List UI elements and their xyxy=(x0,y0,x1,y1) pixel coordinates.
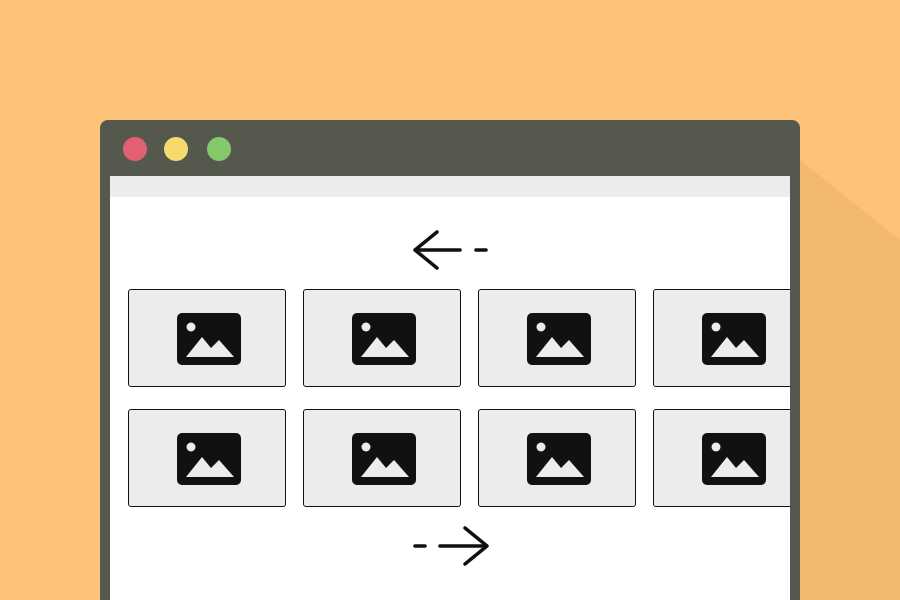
image-tile[interactable] xyxy=(303,409,461,507)
image-icon xyxy=(702,433,766,490)
image-icon xyxy=(702,313,766,370)
image-icon xyxy=(177,313,241,370)
image-tile[interactable] xyxy=(303,289,461,387)
arrow-right-icon[interactable] xyxy=(410,524,492,568)
image-tile[interactable] xyxy=(653,289,790,387)
image-tile[interactable] xyxy=(128,409,286,507)
browser-window xyxy=(100,120,800,600)
image-icon xyxy=(352,433,416,490)
image-tile[interactable] xyxy=(128,289,286,387)
image-icon xyxy=(352,313,416,370)
minimize-button[interactable] xyxy=(164,137,188,161)
arrow-left-icon[interactable] xyxy=(410,228,492,272)
image-tile[interactable] xyxy=(478,289,636,387)
image-icon xyxy=(177,433,241,490)
image-tile[interactable] xyxy=(653,409,790,507)
maximize-button[interactable] xyxy=(207,137,231,161)
address-bar[interactable] xyxy=(110,176,790,197)
image-icon xyxy=(527,433,591,490)
image-tile[interactable] xyxy=(478,409,636,507)
image-icon xyxy=(527,313,591,370)
page: { "colors": { "background": "#fec279", "… xyxy=(0,0,900,600)
close-button[interactable] xyxy=(123,137,147,161)
browser-viewport xyxy=(110,176,790,600)
